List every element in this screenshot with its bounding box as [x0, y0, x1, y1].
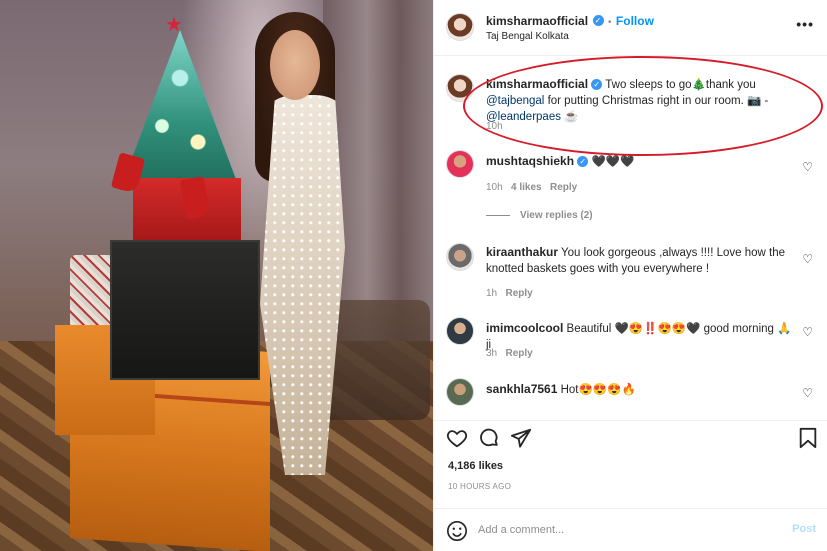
tree-star: ★	[165, 14, 183, 36]
comment-meta: 10h 4 likes Reply	[486, 182, 577, 193]
camera-emoji: 📷	[746, 95, 762, 107]
comment-likes[interactable]: 4 likes	[511, 182, 542, 193]
post-author-username[interactable]: kimsharmaofficial	[486, 14, 588, 28]
reply-button[interactable]: Reply	[550, 182, 577, 193]
more-options-icon[interactable]: •••	[796, 16, 814, 32]
mention-link[interactable]: @tajbengal	[486, 95, 544, 107]
christmas-tree-emoji: 🎄	[691, 79, 706, 91]
comment-text: Hot😍😍😍🔥	[560, 384, 636, 396]
caption-text: Two sleeps to go	[605, 79, 692, 91]
comment-meta: 1h Reply	[486, 288, 533, 299]
verified-badge-icon: ✓	[592, 15, 604, 27]
comment-time: 10h	[486, 182, 503, 193]
avatar[interactable]	[446, 243, 474, 271]
comment-time: 3h	[486, 348, 498, 359]
verified-badge-icon: ✓	[577, 156, 589, 168]
comment-icon[interactable]	[478, 427, 500, 449]
share-icon[interactable]	[510, 427, 532, 449]
comment-username[interactable]: kiraanthakur	[486, 245, 558, 259]
replies-divider	[486, 214, 510, 216]
separator-dot: •	[607, 17, 612, 28]
post-comment-button[interactable]: Post	[792, 523, 816, 535]
comment-item: mushtaqshiekh ✓ 🖤🖤🖤	[486, 153, 796, 170]
post-caption: kimsharmaofficial ✓ Two sleeps to go🎄tha…	[486, 76, 806, 125]
comment-like-heart-icon[interactable]: ♡	[802, 252, 813, 266]
post-actions-bar	[434, 420, 827, 456]
avatar[interactable]	[446, 74, 474, 102]
reply-button[interactable]: Reply	[505, 348, 532, 359]
add-comment-input[interactable]: Add a comment...	[478, 524, 564, 536]
caption-text: -	[764, 95, 769, 107]
black-gift-box	[110, 240, 260, 380]
comment-item: kiraanthakur You look gorgeous ,always !…	[486, 244, 796, 277]
likes-count[interactable]: 4,186 likes	[448, 460, 503, 472]
heart-icon[interactable]	[446, 427, 468, 449]
avatar[interactable]	[446, 378, 474, 406]
comment-username[interactable]: mushtaqshiekh	[486, 154, 574, 168]
caption-username[interactable]: kimsharmaofficial	[486, 77, 588, 91]
post-timestamp: 10 HOURS AGO	[448, 482, 512, 491]
post-location[interactable]: Taj Bengal Kolkata	[486, 31, 569, 42]
avatar[interactable]	[446, 317, 474, 345]
post-side-panel: kimsharmaofficial ✓ • Follow Taj Bengal …	[433, 0, 827, 551]
woman-face	[270, 30, 320, 100]
comment-like-heart-icon[interactable]: ♡	[802, 325, 813, 339]
avatar[interactable]	[446, 150, 474, 178]
comment-like-heart-icon[interactable]: ♡	[802, 160, 813, 174]
reply-button[interactable]: Reply	[505, 288, 532, 299]
comment-like-heart-icon[interactable]: ♡	[802, 386, 813, 400]
coffee-emoji: ☕	[564, 111, 579, 123]
post-header: kimsharmaofficial ✓ • Follow Taj Bengal …	[434, 0, 827, 56]
comment-item: sankhla7561 Hot😍😍😍🔥	[486, 381, 796, 398]
comment-meta: 3h Reply	[486, 348, 533, 359]
caption-text: thank you	[705, 79, 756, 91]
comment-time: 1h	[486, 288, 498, 299]
caption-text: for putting Christmas right in our room.	[547, 95, 744, 107]
view-replies-button[interactable]: View replies (2)	[486, 210, 593, 221]
post-photo[interactable]: ★	[0, 0, 433, 551]
follow-button[interactable]: Follow	[616, 14, 654, 28]
avatar[interactable]	[446, 13, 474, 41]
emoji-icon[interactable]	[446, 520, 468, 542]
add-comment-bar: Add a comment... Post	[434, 508, 827, 551]
bookmark-icon[interactable]	[798, 427, 818, 449]
comment-username[interactable]: imimcoolcool	[486, 321, 563, 335]
comment-text: 🖤🖤🖤	[591, 156, 635, 168]
comment-username[interactable]: sankhla7561	[486, 382, 557, 396]
verified-badge-icon: ✓	[591, 79, 603, 91]
caption-time: 10h	[486, 121, 503, 132]
